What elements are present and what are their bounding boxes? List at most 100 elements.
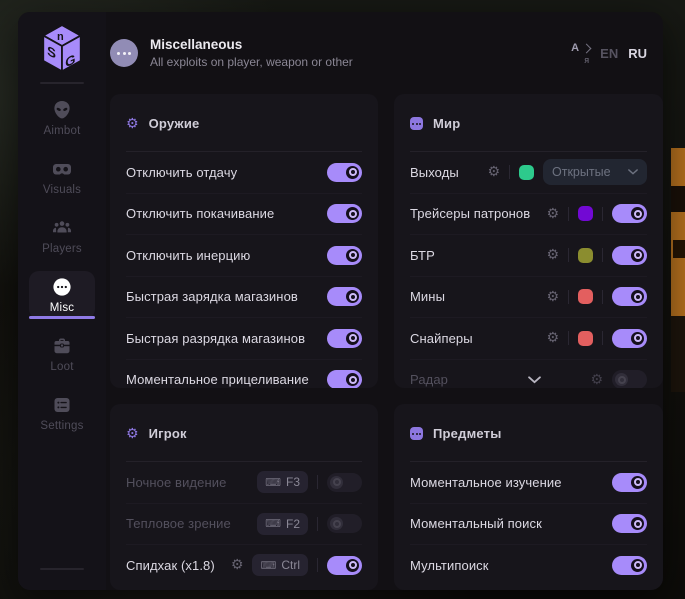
gear-icon[interactable]: ⚙ xyxy=(546,290,559,304)
feature-label: Отключить отдачу xyxy=(126,165,237,180)
feature-label: Быстрая разрядка магазинов xyxy=(126,331,305,346)
row-controls xyxy=(327,370,362,388)
feature-row: Тепловое зрение⌨F2 xyxy=(126,504,362,546)
hotkey-badge[interactable]: ⌨ Ctrl xyxy=(252,554,308,576)
feature-label: БТР xyxy=(410,248,435,263)
list-icon xyxy=(52,395,72,415)
section-title: Оружие xyxy=(149,116,200,131)
page-header: Miscellaneous All exploits on player, we… xyxy=(106,12,663,94)
dropdown-value: Открытые xyxy=(552,165,611,179)
sidebar-item-label: Visuals xyxy=(43,184,81,196)
keyboard-icon: ⌨ xyxy=(260,560,276,571)
toggle-switch[interactable] xyxy=(327,329,362,348)
gear-icon[interactable]: ⚙ xyxy=(590,373,603,387)
page-title: Miscellaneous xyxy=(150,37,353,52)
toggle-switch[interactable] xyxy=(327,514,362,533)
gear-icon[interactable]: ⚙ xyxy=(546,331,559,345)
sidebar-item-settings[interactable]: Settings xyxy=(29,389,95,437)
dropdown-select[interactable]: Открытые xyxy=(543,159,647,185)
screen: S G n Aimbot Visuals Players Misc Loot Settin… xyxy=(0,0,685,599)
toggle-knob xyxy=(631,559,644,572)
feature-label: Спидхак (x1.8) xyxy=(126,558,215,573)
feature-row: Отключить инерцию xyxy=(126,235,362,277)
dots-square-icon xyxy=(410,117,423,130)
feature-label: Отключить инерцию xyxy=(126,248,250,263)
sidebar-item-loot[interactable]: Loot xyxy=(29,330,95,378)
language-option-ru[interactable]: RU xyxy=(628,46,647,61)
toggle-switch[interactable] xyxy=(327,204,362,223)
toggle-switch[interactable] xyxy=(612,514,647,533)
ellipsis-icon xyxy=(52,277,72,297)
ellipsis-icon xyxy=(110,39,138,67)
row-controls xyxy=(612,556,647,575)
toggle-knob xyxy=(631,476,644,489)
separator xyxy=(602,331,603,345)
gear-icon: ⚙ xyxy=(126,117,139,131)
section-header: Предметы xyxy=(410,404,647,455)
toggle-switch[interactable] xyxy=(612,473,647,492)
toggle-knob xyxy=(346,290,359,303)
language-option-en[interactable]: EN xyxy=(600,46,618,61)
toggle-knob xyxy=(346,332,359,345)
toggle-switch[interactable] xyxy=(612,329,647,348)
gear-icon[interactable]: ⚙ xyxy=(546,207,559,221)
toggle-switch[interactable] xyxy=(612,556,647,575)
briefcase-icon xyxy=(52,336,72,356)
svg-text:G: G xyxy=(65,50,75,70)
sidebar-item-misc[interactable]: Misc xyxy=(29,271,95,319)
section-card-weapon: ⚙ Оружие Отключить отдачу Отключить покачив… xyxy=(110,94,378,388)
chevron-down-icon[interactable] xyxy=(528,376,541,384)
toggle-knob xyxy=(631,332,644,345)
app-logo-icon: S G n xyxy=(40,24,84,72)
feature-row: Спидхак (x1.8) ⚙ ⌨ Ctrl xyxy=(126,545,362,586)
feature-row: Быстрая зарядка магазинов xyxy=(126,277,362,319)
hotkey-label: F2 xyxy=(286,517,300,531)
content-column-left: ⚙ Оружие Отключить отдачу Отключить покачив… xyxy=(110,94,378,590)
feature-label: Моментальное прицеливание xyxy=(126,372,309,387)
sidebar-item-players[interactable]: Players xyxy=(29,212,95,260)
sidebar-top-divider xyxy=(40,82,84,84)
section-header: Мир xyxy=(410,94,647,145)
toggle-switch[interactable] xyxy=(327,473,362,492)
separator xyxy=(602,207,603,221)
toggle-switch[interactable] xyxy=(612,204,647,223)
chevron-down-icon xyxy=(628,169,638,175)
gear-icon: ⚙ xyxy=(126,427,139,441)
toggle-switch[interactable] xyxy=(327,370,362,388)
vr-goggles-icon xyxy=(52,159,72,179)
toggle-knob xyxy=(346,559,359,572)
row-controls xyxy=(327,287,362,306)
feature-row: Отключить покачивание xyxy=(126,194,362,236)
toggle-switch[interactable] xyxy=(327,556,362,575)
hotkey-badge[interactable]: ⌨F3 xyxy=(257,471,308,493)
feature-label: Отключить покачивание xyxy=(126,206,274,221)
gear-icon[interactable]: ⚙ xyxy=(231,558,244,572)
toggle-switch[interactable] xyxy=(612,246,647,265)
sidebar-item-aimbot[interactable]: Aimbot xyxy=(29,94,95,142)
sidebar-item-visuals[interactable]: Visuals xyxy=(29,153,95,201)
translate-icon: Aя xyxy=(571,45,590,62)
feature-row: Трейсеры патронов⚙ xyxy=(410,194,647,236)
hotkey-badge[interactable]: ⌨ F2 xyxy=(257,513,308,535)
toggle-switch[interactable] xyxy=(327,287,362,306)
cheat-menu-window: S G n Aimbot Visuals Players Misc Loot Settin… xyxy=(18,12,663,590)
color-swatch[interactable] xyxy=(578,206,593,221)
toggle-switch[interactable] xyxy=(612,287,647,306)
gear-icon[interactable]: ⚙ xyxy=(546,248,559,262)
toggle-switch[interactable] xyxy=(612,370,647,388)
color-swatch[interactable] xyxy=(578,331,593,346)
color-swatch[interactable] xyxy=(519,165,534,180)
color-swatch[interactable] xyxy=(578,248,593,263)
row-controls: ⚙ xyxy=(546,329,647,348)
toggle-switch[interactable] xyxy=(327,246,362,265)
feature-label: Моментальный поиск xyxy=(410,516,542,531)
gear-icon[interactable]: ⚙ xyxy=(487,165,500,179)
feature-row: Моментальное прицеливание xyxy=(126,360,362,389)
toggle-switch[interactable] xyxy=(327,163,362,182)
section-card-world: МирВыходы⚙ОткрытыеТрейсеры патронов⚙БТР⚙… xyxy=(394,94,663,388)
feature-label: Мины xyxy=(410,289,445,304)
hotkey-label: Ctrl xyxy=(281,558,300,572)
keyboard-icon: ⌨ xyxy=(265,518,281,529)
row-controls xyxy=(327,204,362,223)
color-swatch[interactable] xyxy=(578,289,593,304)
